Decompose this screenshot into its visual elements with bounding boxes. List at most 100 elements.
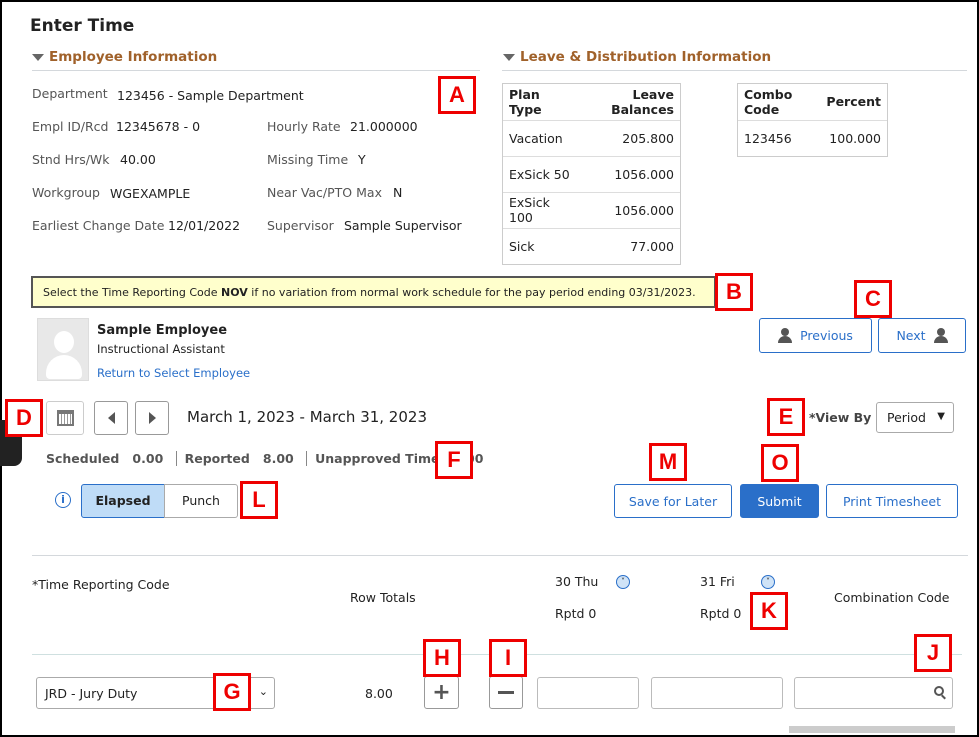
- day-menu-chevron-icon[interactable]: ˅: [616, 575, 630, 589]
- callout-l: L: [240, 481, 278, 519]
- add-row-button[interactable]: +: [424, 676, 459, 709]
- time-summary: Scheduled 0.00 Reported 8.00 Unapproved …: [46, 451, 483, 466]
- trc-value: JRD - Jury Duty: [45, 686, 138, 701]
- field-label: Near Vac/PTO Max: [267, 185, 382, 200]
- chevron-down-icon: ▼: [937, 411, 945, 422]
- column-header: Percent: [826, 94, 881, 110]
- employee-name: Sample Employee: [97, 323, 228, 338]
- column-header: Combo Code: [744, 86, 793, 117]
- field-label: Supervisor: [267, 218, 334, 233]
- day-hours-input[interactable]: [651, 677, 783, 709]
- previous-period-button[interactable]: [94, 401, 128, 435]
- row-totals-header: Row Totals: [350, 590, 416, 605]
- leave-balances-table: Plan Type Leave Balances Vacation 205.800 …: [502, 83, 681, 265]
- employee-info-header[interactable]: Employee Information: [32, 49, 217, 65]
- scheduled-value: 0.00: [132, 451, 164, 466]
- next-button[interactable]: Next: [878, 318, 966, 353]
- submit-button[interactable]: Submit: [740, 484, 819, 518]
- cell: 100.000: [820, 119, 887, 156]
- cell: 77.000: [577, 227, 680, 264]
- table-row: ExSick 50 1056.000: [503, 155, 680, 192]
- field-value: N: [393, 185, 403, 200]
- callout-h: H: [423, 639, 461, 677]
- field-value: Sample Supervisor: [344, 218, 462, 233]
- title-part: Assistant: [172, 342, 225, 356]
- field-value: 40.00: [120, 152, 156, 167]
- cell: 123456: [738, 119, 821, 156]
- cell: Vacation: [503, 119, 578, 156]
- print-timesheet-button[interactable]: Print Timesheet: [826, 484, 958, 518]
- callout-e: E: [767, 398, 805, 436]
- section-title: Leave & Distribution Information: [520, 49, 772, 65]
- callout-i: I: [489, 639, 527, 677]
- employee-title: Instructional Assistant: [97, 342, 225, 356]
- save-for-later-button[interactable]: Save for Later: [614, 484, 732, 518]
- horizontal-scrollbar[interactable]: [789, 726, 955, 733]
- collapse-triangle-icon: [32, 53, 44, 61]
- next-period-button[interactable]: [135, 401, 169, 435]
- leave-info-header[interactable]: Leave & Distribution Information: [503, 49, 771, 65]
- day-reported: Rptd 0: [700, 606, 742, 621]
- table-row: Sick 77.000: [503, 227, 680, 264]
- callout-o: O: [761, 444, 799, 482]
- previous-label: Previous: [800, 328, 853, 343]
- reported-label: Reported: [184, 451, 250, 466]
- reported-value: 8.00: [262, 451, 294, 466]
- field-label: Earliest Change Date: [32, 218, 165, 233]
- notice-text: if no variation from normal work schedul…: [247, 286, 696, 299]
- triangle-left-icon: [107, 412, 115, 424]
- return-to-select-employee-link[interactable]: Return to Select Employee: [97, 366, 250, 380]
- collapse-triangle-icon: [503, 53, 515, 61]
- calendar-icon: [56, 410, 74, 426]
- field-label: Empl ID/Rcd: [32, 119, 109, 134]
- day-hours-input[interactable]: [537, 677, 639, 709]
- view-by-value: Period: [887, 410, 926, 425]
- view-by-select[interactable]: Period ▼: [876, 402, 954, 433]
- cell: 1056.000: [577, 155, 680, 192]
- day-header: 31 Fri: [700, 574, 735, 589]
- day-header: 30 Thu: [555, 574, 599, 589]
- field-value: WGEXAMPLE: [110, 186, 191, 201]
- elapsed-toggle[interactable]: Elapsed: [81, 484, 165, 518]
- field-label: Stnd Hrs/Wk: [32, 152, 110, 167]
- distribution-table: Combo Code Percent 123456 100.000: [737, 83, 888, 157]
- combination-code-input[interactable]: [794, 677, 953, 709]
- field-value: 12/01/2022: [168, 218, 241, 233]
- next-label: Next: [896, 328, 926, 343]
- table-row: ExSick 100 1056.000: [503, 191, 680, 228]
- field-label: Hourly Rate: [267, 119, 341, 134]
- field-label: Workgroup: [32, 185, 100, 200]
- field-value: 12345678 - 0: [116, 119, 201, 134]
- avatar: [37, 318, 89, 381]
- view-by-label: *View By: [809, 410, 872, 425]
- callout-f: F: [435, 441, 473, 479]
- day-menu-chevron-icon[interactable]: ˅: [761, 575, 775, 589]
- info-icon[interactable]: i: [55, 492, 71, 508]
- punch-toggle[interactable]: Punch: [164, 484, 238, 518]
- title-part: Instructional: [97, 342, 169, 356]
- column-header: Leave Balances: [611, 86, 674, 117]
- notice-banner: Select the Time Reporting Code NOV if no…: [31, 276, 716, 308]
- row-total: 8.00: [365, 686, 393, 701]
- cell: Sick: [503, 227, 578, 264]
- unapproved-label: Unapproved Time: [315, 451, 440, 466]
- callout-j: J: [914, 634, 952, 672]
- scheduled-label: Scheduled: [46, 451, 120, 466]
- callout-m: M: [649, 443, 687, 481]
- period-range: March 1, 2023 - March 31, 2023: [187, 408, 427, 426]
- chevron-down-icon: ⌄: [258, 685, 268, 698]
- callout-k: K: [750, 592, 788, 630]
- field-value: 21.000000: [350, 119, 418, 134]
- notice-code: NOV: [221, 286, 248, 299]
- page-title: Enter Time: [30, 16, 135, 36]
- trc-header: *Time Reporting Code: [32, 577, 170, 592]
- section-title: Employee Information: [49, 49, 218, 65]
- delete-row-button[interactable]: [489, 676, 523, 709]
- previous-button[interactable]: Previous: [759, 318, 872, 353]
- field-value: Y: [358, 152, 366, 167]
- callout-a: A: [438, 76, 476, 114]
- triangle-right-icon: [148, 412, 156, 424]
- cell: ExSick 100: [503, 191, 578, 228]
- calendar-button[interactable]: [46, 401, 84, 435]
- minus-icon: [498, 691, 514, 694]
